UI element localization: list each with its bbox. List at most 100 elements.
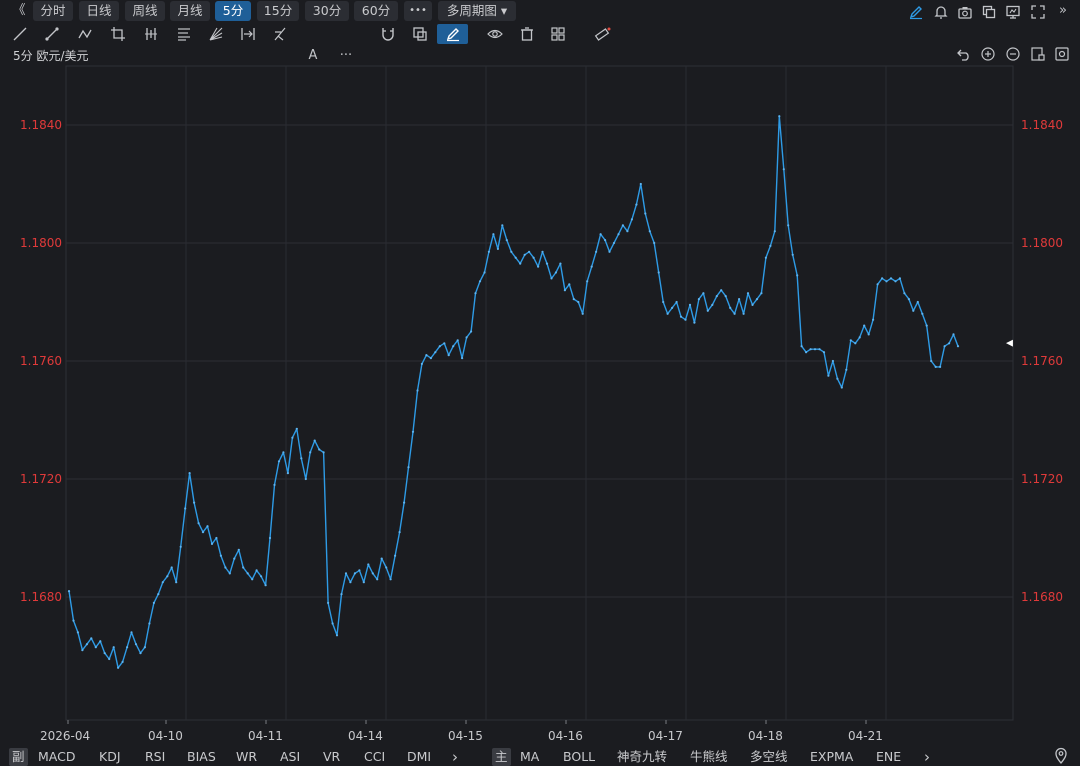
price-point: [487, 250, 490, 253]
price-point: [577, 300, 580, 304]
price-point: [510, 250, 513, 253]
price-point: [943, 345, 946, 348]
right-scroll-arrow-icon[interactable]: ›: [924, 748, 930, 766]
price-chart[interactable]: 1.1840 1.1840 1.1800 1.1800 1.1760 1.1760 1.17…: [0, 0, 1080, 766]
price-point: [344, 572, 348, 575]
price-point: [948, 342, 951, 345]
price-point: [514, 256, 517, 259]
price-point: [300, 457, 303, 460]
price-point: [175, 581, 178, 584]
price-point: [335, 634, 339, 637]
plot-frame: [65, 65, 1014, 721]
x-tick-label: 04-21: [848, 729, 883, 743]
price-point: [264, 584, 267, 587]
indicator-kdj[interactable]: KDJ: [99, 748, 121, 766]
price-point: [952, 333, 955, 336]
price-point: [760, 292, 763, 295]
x-tick-label: 04-18: [748, 729, 783, 743]
price-point: [769, 244, 772, 247]
indicator-cci[interactable]: CCI: [364, 748, 385, 766]
price-point: [604, 239, 607, 242]
location-pin-icon[interactable]: [1053, 747, 1069, 765]
price-point: [863, 324, 866, 327]
price-point: [201, 531, 205, 534]
price-point: [121, 660, 124, 664]
price-point: [666, 312, 669, 315]
price-point: [568, 283, 571, 286]
indicator-ene[interactable]: ENE: [876, 748, 901, 766]
price-point: [581, 312, 584, 315]
price-point: [242, 566, 245, 569]
indicator-vr[interactable]: VR: [323, 748, 340, 766]
price-point: [237, 548, 240, 551]
price-point: [550, 277, 553, 280]
price-point: [452, 345, 455, 348]
price-point: [483, 271, 486, 274]
price-point: [894, 280, 897, 283]
price-point: [210, 542, 214, 546]
price-point: [72, 619, 75, 622]
indicator-bias[interactable]: BIAS: [187, 748, 216, 766]
indicator-boll[interactable]: BOLL: [563, 748, 595, 766]
price-point: [867, 333, 870, 336]
price-point: [184, 507, 187, 510]
price-point: [773, 230, 776, 233]
indicator-dmi[interactable]: DMI: [407, 748, 431, 766]
indicator-macd[interactable]: MACD: [38, 748, 75, 766]
price-point: [313, 439, 316, 442]
price-point: [595, 250, 598, 253]
indicator-bar: 副 MACD KDJ RSI BIAS WR ASI VR CCI DMI › …: [0, 746, 1080, 766]
indicator-rsi[interactable]: RSI: [145, 748, 165, 766]
price-point: [572, 298, 575, 301]
y-tick-label-right: 1.1720: [1021, 472, 1063, 486]
price-point: [456, 339, 459, 342]
indicator-long-short[interactable]: 多空线: [750, 748, 788, 766]
price-point: [796, 274, 799, 277]
price-point: [787, 224, 790, 227]
price-point: [380, 557, 383, 560]
price-point: [282, 451, 285, 454]
price-point: [813, 348, 817, 351]
price-point: [746, 292, 750, 295]
price-point: [639, 182, 642, 186]
price-point: [447, 354, 450, 357]
main-indicator-badge[interactable]: 主: [492, 748, 511, 766]
indicator-magic-nine[interactable]: 神奇九转: [617, 748, 667, 766]
price-point: [657, 271, 660, 274]
price-point: [876, 283, 879, 286]
price-point: [898, 277, 902, 280]
price-point: [519, 262, 522, 265]
price-point: [376, 578, 379, 581]
price-point: [662, 300, 665, 304]
indicator-wr[interactable]: WR: [236, 748, 257, 766]
price-point: [805, 351, 808, 354]
indicator-expma[interactable]: EXPMA: [810, 748, 853, 766]
price-point: [563, 289, 567, 292]
price-line: [68, 115, 959, 669]
price-point: [327, 601, 330, 605]
left-scroll-arrow-icon[interactable]: ›: [452, 748, 458, 766]
price-point: [608, 250, 611, 253]
price-point: [420, 362, 423, 365]
current-price-marker: ◀: [1006, 338, 1013, 348]
price-point: [586, 280, 589, 283]
price-point: [367, 563, 370, 566]
price-point: [389, 578, 392, 581]
price-point: [688, 303, 692, 306]
price-point: [215, 536, 218, 540]
price-point: [157, 593, 160, 596]
price-point: [635, 203, 638, 206]
price-point: [791, 253, 794, 256]
price-point: [523, 253, 526, 256]
sub-indicator-badge[interactable]: 副: [9, 748, 28, 766]
indicator-ma[interactable]: MA: [520, 748, 539, 766]
indicator-bull-bear[interactable]: 牛熊线: [690, 748, 728, 766]
price-point: [738, 298, 741, 301]
indicator-asi[interactable]: ASI: [280, 748, 300, 766]
price-point: [255, 569, 258, 572]
price-point: [277, 460, 281, 463]
price-point: [103, 652, 106, 655]
x-tick-label: 04-10: [148, 729, 183, 743]
price-point: [228, 572, 231, 575]
price-point: [872, 318, 875, 321]
